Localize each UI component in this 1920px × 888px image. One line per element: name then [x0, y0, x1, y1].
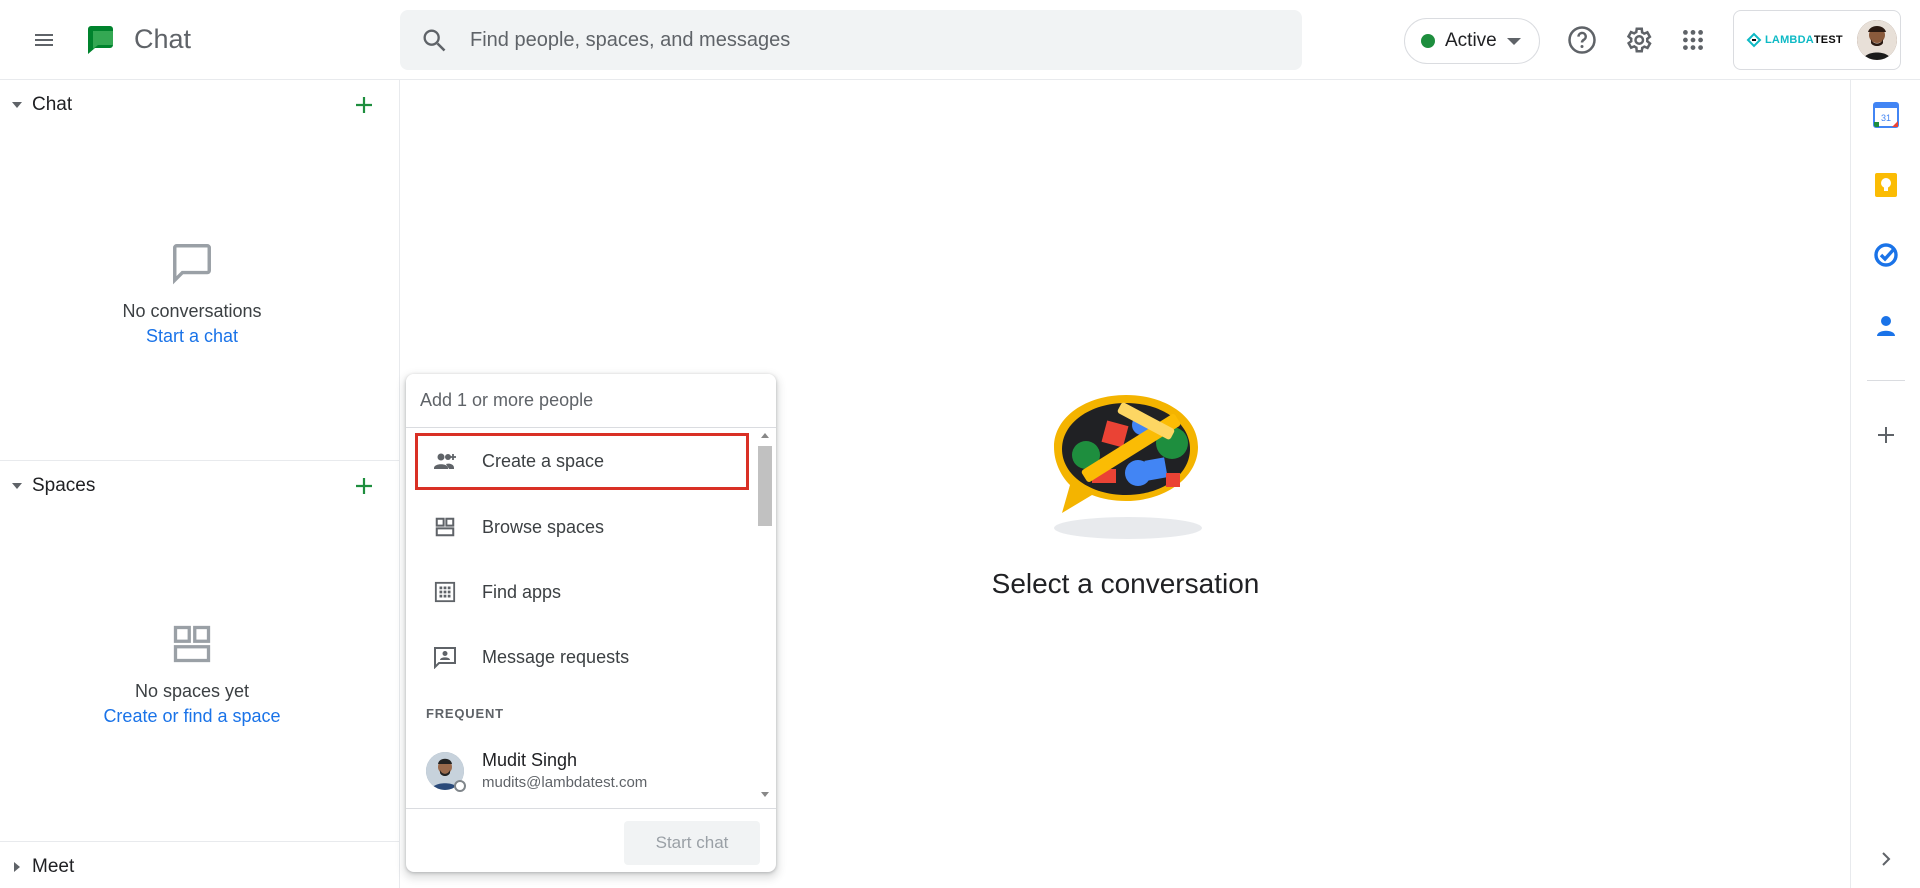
add-people-input[interactable]	[406, 374, 776, 428]
find-apps-label: Find apps	[482, 581, 562, 602]
expand-arrow-icon	[14, 862, 20, 872]
new-chat-popup: Create a space Browse spaces Find apps M…	[406, 374, 776, 872]
spaces-section-header[interactable]: Spaces	[0, 461, 400, 511]
new-chat-button[interactable]	[346, 87, 382, 123]
chat-section-title: Chat	[32, 94, 73, 115]
plus-icon[interactable]	[1873, 422, 1899, 448]
popup-scrollbar[interactable]	[756, 430, 774, 800]
chevron-right-icon[interactable]	[1873, 846, 1899, 872]
chat-bubble-icon	[173, 244, 211, 285]
scroll-up-arrow-icon[interactable]	[761, 433, 769, 438]
menu-icon	[35, 34, 53, 46]
browse-spaces-label: Browse spaces	[482, 516, 605, 537]
meet-section-header[interactable]: Meet	[0, 842, 400, 888]
status-dropdown[interactable]: Active	[1404, 18, 1540, 64]
brand-text-a: LAMBDA	[1765, 34, 1814, 46]
main-menu-button[interactable]	[20, 16, 68, 64]
plus-icon	[356, 478, 372, 494]
google-apps-button[interactable]	[1673, 20, 1713, 60]
top-header: Chat Active LAMBDATEST	[0, 0, 1920, 80]
chat-section-header[interactable]: Chat	[0, 80, 400, 130]
status-dot	[1421, 34, 1435, 48]
calendar-icon[interactable]: 31	[1873, 102, 1899, 128]
plus-icon	[356, 97, 372, 113]
create-find-space-link[interactable]: Create or find a space	[0, 706, 384, 727]
message-requests-label: Message requests	[482, 646, 630, 667]
contact-item[interactable]: Mudit Singh mudits@lambdatest.com	[414, 744, 748, 800]
scroll-down-arrow-icon[interactable]	[761, 792, 769, 797]
spaces-grid-icon	[173, 625, 211, 663]
rail-divider	[1867, 380, 1905, 381]
chat-logo-icon	[88, 26, 113, 54]
highlight-box	[415, 433, 749, 490]
app-title: Chat	[134, 24, 192, 54]
settings-button[interactable]	[1618, 20, 1658, 60]
message-requests-item[interactable]: Message requests	[414, 628, 748, 686]
chat-empty-state: No conversations Start a chat	[0, 240, 384, 347]
start-chat-link[interactable]: Start a chat	[0, 326, 384, 347]
scroll-thumb[interactable]	[758, 446, 772, 526]
conversation-illustration	[1054, 395, 1202, 539]
no-conversations-text: No conversations	[122, 301, 262, 321]
lambdatest-logo-icon	[1746, 32, 1762, 48]
collapse-arrow-icon	[12, 483, 22, 489]
gear-icon	[1626, 27, 1652, 53]
calendar-day: 31	[1881, 113, 1891, 123]
message-request-icon	[432, 644, 458, 670]
account-switcher[interactable]: LAMBDA TEST	[1733, 10, 1901, 70]
no-spaces-text: No spaces yet	[134, 681, 250, 701]
popup-footer: Start chat	[406, 808, 776, 872]
help-icon	[1568, 26, 1596, 54]
apps-grid-icon	[432, 579, 458, 605]
account-avatar	[1856, 20, 1897, 60]
apps-grid-icon	[1683, 30, 1703, 50]
tasks-icon[interactable]	[1873, 242, 1899, 268]
search-bar[interactable]	[400, 10, 1302, 70]
contact-email: mudits@lambdatest.com	[482, 774, 648, 791]
start-chat-button[interactable]: Start chat	[624, 821, 760, 865]
contacts-icon[interactable]	[1873, 312, 1899, 338]
search-icon	[423, 29, 446, 52]
new-space-button[interactable]	[346, 468, 382, 504]
meet-section-title: Meet	[32, 856, 75, 877]
chevron-down-icon	[1506, 37, 1521, 45]
find-apps-item[interactable]: Find apps	[414, 563, 748, 621]
contact-name: Mudit Singh	[482, 750, 578, 770]
status-label: Active	[1445, 30, 1497, 51]
browse-spaces-icon	[432, 514, 458, 540]
browse-spaces-item[interactable]: Browse spaces	[414, 498, 748, 556]
brand-text-b: TEST	[1813, 34, 1843, 46]
side-panel-rail: 31	[1850, 80, 1920, 888]
help-button[interactable]	[1562, 20, 1602, 60]
frequent-heading: FREQUENT	[426, 706, 504, 721]
app-root: Chat Active LAMBDATEST	[0, 0, 1920, 888]
presence-indicator	[454, 780, 466, 792]
brand-logo: LAMBDA TEST	[1746, 32, 1843, 48]
search-input[interactable]	[470, 10, 1270, 70]
spaces-empty-state: No spaces yet Create or find a space	[0, 622, 384, 727]
spaces-section-title: Spaces	[32, 475, 96, 496]
collapse-arrow-icon	[12, 102, 22, 108]
keep-icon[interactable]	[1873, 172, 1899, 198]
left-sidebar: Chat No conversations Start a chat Space…	[0, 80, 400, 888]
